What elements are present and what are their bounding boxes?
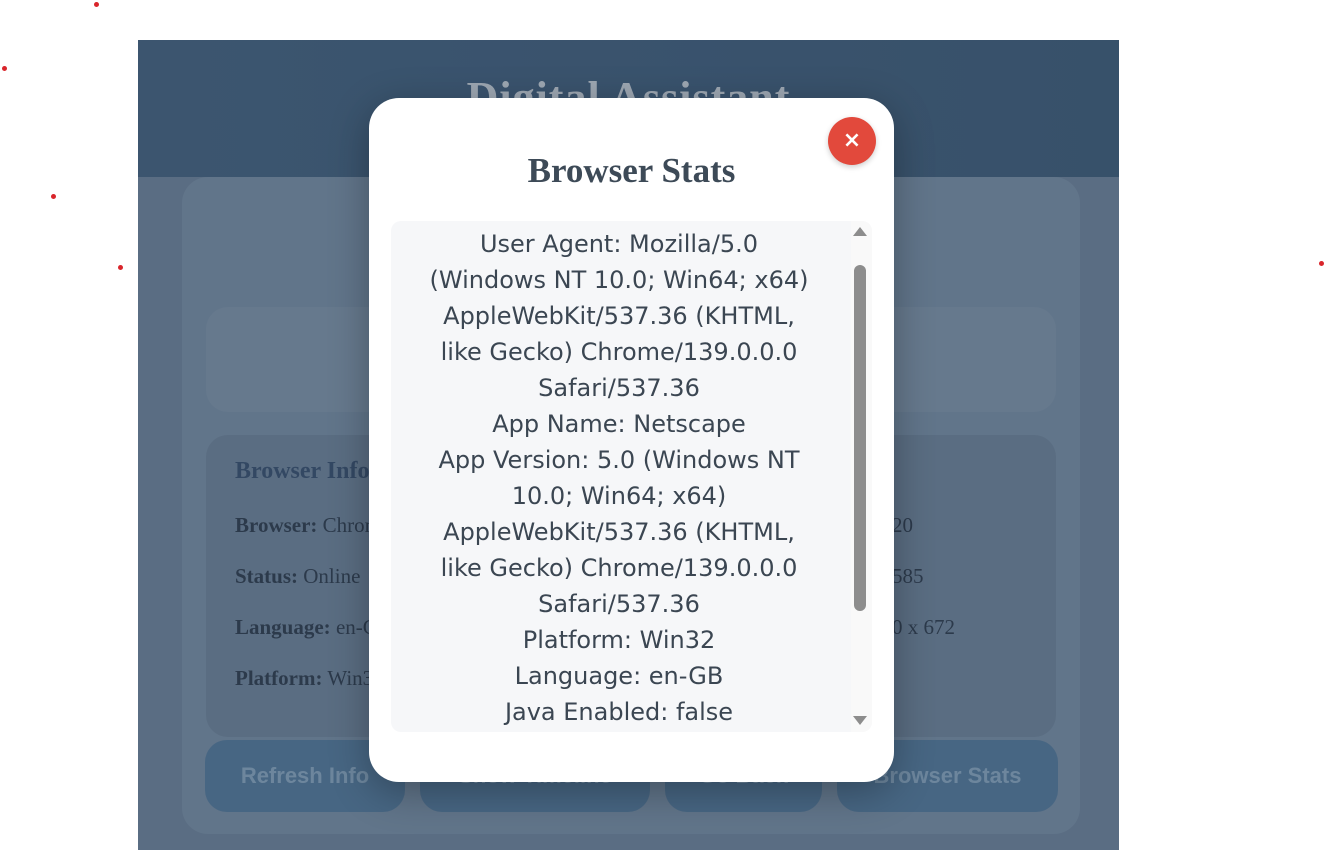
stats-line: App Version: 5.0 (Windows NT	[438, 446, 800, 474]
modal-title: Browser Stats	[527, 151, 736, 190]
stats-line: Language: en-GB	[514, 662, 724, 690]
stats-line: Platform: Win32	[522, 626, 716, 654]
scrollbar-thumb[interactable]	[854, 265, 866, 611]
decorative-dot	[94, 2, 99, 7]
stats-line: 10.0; Win64; x64)	[511, 482, 727, 510]
decorative-dot	[51, 194, 56, 199]
stats-line: (Windows NT 10.0; Win64; x64)	[429, 266, 809, 294]
stats-line: AppleWebKit/537.36 (KHTML,	[443, 518, 795, 546]
stats-line: like Gecko) Chrome/139.0.0.0	[440, 338, 798, 366]
stats-line: Java Enabled: false	[504, 698, 734, 726]
stats-line: Safari/537.36	[538, 590, 700, 618]
browser-stats-modal: × Browser Stats User Agent: Mozilla/5.0 …	[369, 98, 894, 782]
decorative-dot	[1319, 261, 1324, 266]
stats-line: Safari/537.36	[538, 374, 700, 402]
stats-line: AppleWebKit/537.36 (KHTML,	[443, 302, 795, 330]
stats-line: like Gecko) Chrome/139.0.0.0	[440, 554, 798, 582]
scroll-up-arrow-icon[interactable]	[853, 227, 867, 236]
stats-line: App Name: Netscape	[492, 410, 746, 438]
decorative-dot	[2, 66, 7, 71]
stats-line: User Agent: Mozilla/5.0	[479, 230, 759, 258]
decorative-dot	[118, 265, 123, 270]
stats-scroll-area[interactable]: User Agent: Mozilla/5.0 (Windows NT 10.0…	[391, 221, 872, 732]
vertical-scrollbar[interactable]	[851, 221, 872, 732]
stats-text: User Agent: Mozilla/5.0 (Windows NT 10.0…	[391, 226, 847, 730]
scroll-down-arrow-icon[interactable]	[853, 716, 867, 725]
